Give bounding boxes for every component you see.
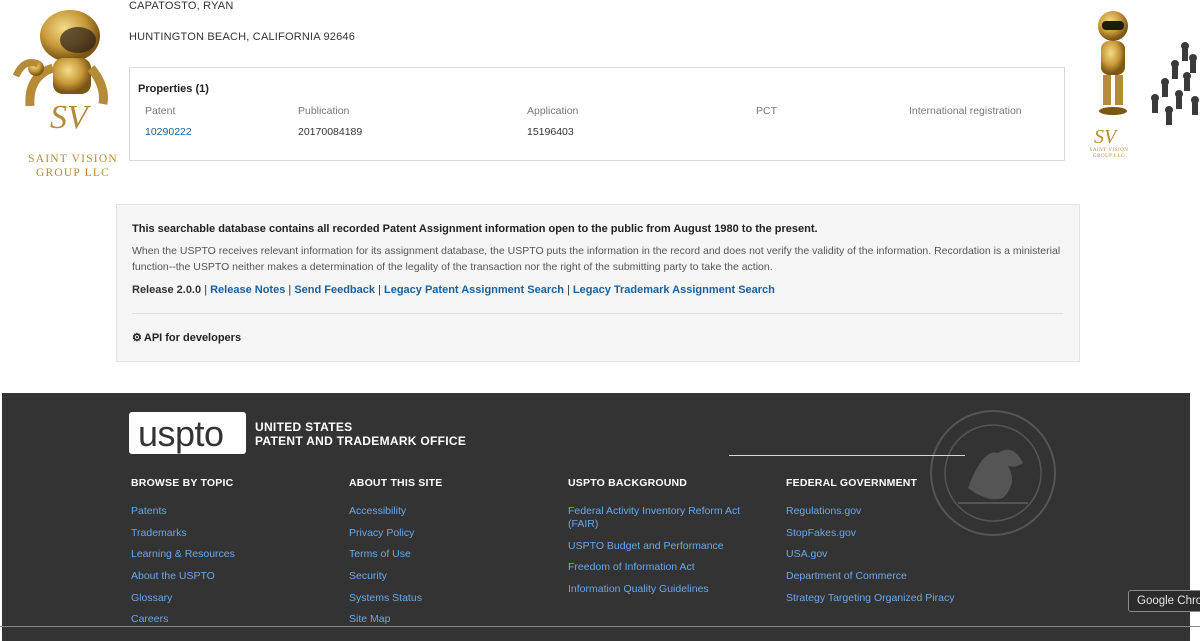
footer-link-terms[interactable]: Terms of Use bbox=[349, 548, 559, 561]
brand-watermark-left: SV SAINT VISION GROUP LLC bbox=[0, 4, 130, 184]
footer-link-patents[interactable]: Patents bbox=[131, 505, 341, 518]
chess-pieces-icon bbox=[1151, 42, 1199, 125]
send-feedback-link[interactable]: Send Feedback bbox=[294, 284, 375, 296]
footer-heading-about-site: ABOUT THIS SITE bbox=[349, 477, 443, 489]
brand-name-left: SAINT VISION GROUP LLC bbox=[18, 152, 128, 180]
footer-link-usa-gov[interactable]: USA.gov bbox=[786, 548, 996, 561]
footer-link-commerce[interactable]: Department of Commerce bbox=[786, 570, 996, 583]
agency-line-1: UNITED STATES bbox=[255, 420, 353, 434]
column-header-application: Application bbox=[527, 105, 579, 117]
uspto-logo[interactable]: uspto bbox=[129, 412, 246, 454]
footer-heading-background: USPTO BACKGROUND bbox=[568, 477, 688, 489]
application-number: 15196403 bbox=[527, 126, 574, 138]
info-description: When the USPTO receives relevant informa… bbox=[132, 245, 1061, 273]
brand-watermark-right: SV SAINT VISION GROUP LLC bbox=[1085, 8, 1200, 178]
footer-column-about-site: ABOUT THIS SITE Accessibility Privacy Po… bbox=[349, 477, 559, 635]
legacy-trademark-search-link[interactable]: Legacy Trademark Assignment Search bbox=[573, 284, 775, 296]
divider bbox=[132, 313, 1063, 314]
column-header-pct: PCT bbox=[756, 105, 777, 117]
footer-column-federal: FEDERAL GOVERNMENT Regulations.gov StopF… bbox=[786, 477, 996, 613]
brand-line-1: SAINT VISION bbox=[28, 153, 118, 165]
api-for-developers-link[interactable]: ⚙ API for developers bbox=[132, 331, 241, 344]
footer-column-background: USPTO BACKGROUND Federal Activity Invent… bbox=[568, 477, 768, 605]
column-header-patent: Patent bbox=[145, 105, 176, 117]
properties-title: Properties (1) bbox=[138, 83, 209, 95]
gears-icon: ⚙ bbox=[132, 332, 142, 344]
assignee-address: HUNTINGTON BEACH, CALIFORNIA 92646 bbox=[129, 31, 356, 43]
footer-heading-federal: FEDERAL GOVERNMENT bbox=[786, 477, 918, 489]
sv-monogram: SV bbox=[50, 99, 88, 136]
sv-monogram-small: SV bbox=[1094, 126, 1117, 148]
window-bottom-border bbox=[0, 626, 1200, 627]
site-footer: uspto UNITED STATES PATENT AND TRADEMARK… bbox=[2, 393, 1190, 641]
release-version: Release 2.0.0 bbox=[132, 284, 202, 296]
footer-heading-browse: BROWSE BY TOPIC bbox=[131, 477, 234, 489]
release-bar: Release 2.0.0 | Release Notes | Send Fee… bbox=[132, 284, 775, 296]
column-header-international: International registration bbox=[909, 105, 1022, 117]
uspto-logo-text: uspto bbox=[138, 413, 224, 454]
footer-column-browse: BROWSE BY TOPIC Patents Trademarks Learn… bbox=[131, 477, 341, 635]
footer-link-regulations[interactable]: Regulations.gov bbox=[786, 505, 996, 518]
footer-link-privacy[interactable]: Privacy Policy bbox=[349, 527, 559, 540]
footer-link-accessibility[interactable]: Accessibility bbox=[349, 505, 559, 518]
patent-number-link[interactable]: 10290222 bbox=[145, 126, 192, 138]
footer-link-quality-guidelines[interactable]: Information Quality Guidelines bbox=[568, 583, 768, 596]
properties-panel: Properties (1) Patent Publication Applic… bbox=[129, 67, 1065, 161]
brand-line-2: GROUP LLC bbox=[36, 167, 110, 179]
brand-name-right: SAINT VISION GROUP LLC bbox=[1089, 148, 1129, 159]
footer-link-glossary[interactable]: Glossary bbox=[131, 592, 341, 605]
column-header-publication: Publication bbox=[298, 105, 350, 117]
footer-link-site-map[interactable]: Site Map bbox=[349, 613, 559, 626]
assignee-name: CAPATOSTO, RYAN bbox=[129, 0, 234, 12]
publication-number: 20170084189 bbox=[298, 126, 363, 138]
app-tooltip: Google Chrome bbox=[1128, 590, 1200, 612]
footer-link-systems-status[interactable]: Systems Status bbox=[349, 592, 559, 605]
database-info-panel: This searchable database contains all re… bbox=[116, 204, 1080, 362]
release-notes-link[interactable]: Release Notes bbox=[210, 284, 285, 296]
footer-link-security[interactable]: Security bbox=[349, 570, 559, 583]
footer-link-fair-act[interactable]: Federal Activity Inventory Reform Act (F… bbox=[568, 505, 768, 531]
footer-link-stop-piracy[interactable]: Strategy Targeting Organized Piracy bbox=[786, 592, 996, 605]
agency-name: UNITED STATES PATENT AND TRADEMARK OFFIC… bbox=[255, 420, 466, 448]
footer-link-learning[interactable]: Learning & Resources bbox=[131, 548, 341, 561]
footer-link-trademarks[interactable]: Trademarks bbox=[131, 527, 341, 540]
footer-link-stopfakes[interactable]: StopFakes.gov bbox=[786, 527, 996, 540]
info-heading: This searchable database contains all re… bbox=[132, 223, 818, 235]
footer-link-careers[interactable]: Careers bbox=[131, 613, 341, 626]
footer-link-about-uspto[interactable]: About the USPTO bbox=[131, 570, 341, 583]
footer-link-foia[interactable]: Freedom of Information Act bbox=[568, 561, 768, 574]
agency-line-2: PATENT AND TRADEMARK OFFICE bbox=[255, 434, 467, 448]
api-label: API for developers bbox=[143, 332, 242, 344]
footer-link-budget[interactable]: USPTO Budget and Performance bbox=[568, 540, 768, 553]
legacy-patent-search-link[interactable]: Legacy Patent Assignment Search bbox=[384, 284, 564, 296]
